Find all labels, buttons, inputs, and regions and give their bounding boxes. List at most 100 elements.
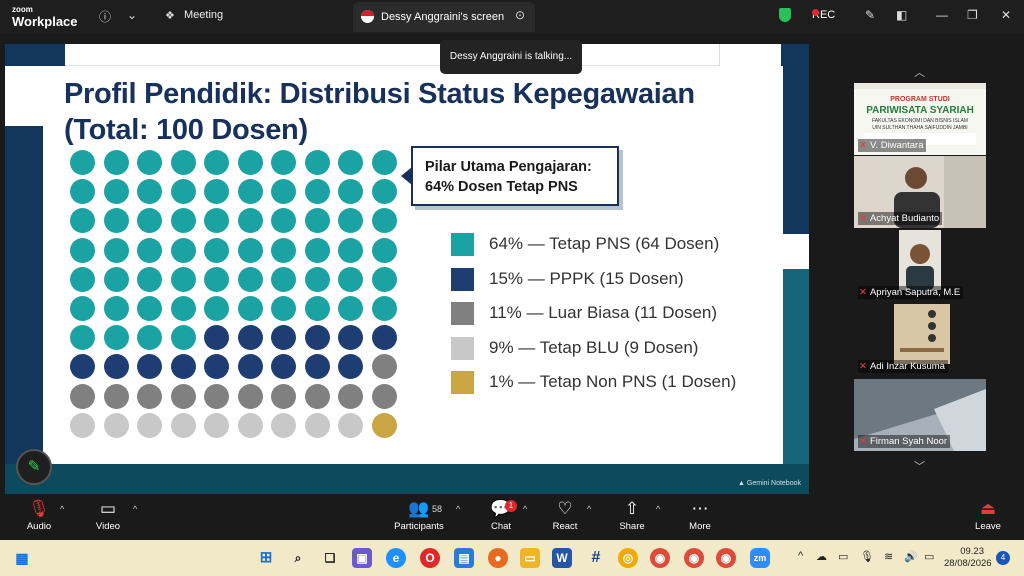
react-button[interactable]: ♡ React [535,498,595,532]
legend-label: 64% — Tetap PNS (64 Dosen) [489,234,720,253]
waffle-dot [338,150,363,175]
chat-button[interactable]: 💬 Chat [471,498,531,532]
video-tile[interactable]: ✕ Apriyan Saputra, M.E [854,230,986,302]
legend-label: 11% — Luar Biasa (11 Dosen) [489,303,718,322]
annotate-button[interactable]: ✎ [16,449,52,485]
participants-count: 58 [432,504,443,514]
rec-indicator[interactable]: REC [812,9,835,21]
waffle-dot [170,208,196,234]
layout-icon[interactable]: ◧ [896,8,907,22]
tray-app-icon[interactable]: ▭ [838,550,848,563]
video-button[interactable]: ▭ Video [78,498,138,532]
waffle-dot [338,266,363,292]
store-icon[interactable]: ▤ [454,548,474,568]
video-tile[interactable]: ✕ Achyat Budianto [854,156,986,228]
waffle-dot [371,296,397,321]
info-icon[interactable]: ⓘ [99,8,111,25]
leave-button[interactable]: ⏏ Leave [958,498,1018,532]
minimize-icon[interactable]: — [936,8,948,22]
waffle-dot [237,354,263,380]
edge-icon[interactable]: e [386,548,406,568]
word-icon[interactable]: W [552,548,572,568]
ellipsis-icon: ⋯ [691,499,709,518]
close-icon[interactable]: ✕ [1001,8,1011,22]
share-options-caret[interactable]: ^ [656,504,660,514]
waffle-dot [371,150,397,175]
participants-options-caret[interactable]: ^ [456,504,460,514]
waffle-dot [338,208,363,234]
waffle-dot [170,296,196,321]
waffle-dot [103,179,129,205]
legend-swatch [451,267,474,291]
widgets-icon[interactable]: ▦ [12,548,32,568]
waffle-dot [338,354,363,380]
waffle-dot [304,237,330,263]
start-icon[interactable]: ⊞ [256,548,276,568]
video-tile[interactable]: ✕ Firman Syah Noor [854,379,986,451]
waffle-dot [70,208,95,234]
video-options-caret[interactable]: ^ [133,504,137,514]
firefox-icon[interactable]: ● [488,548,508,568]
waffle-dot [271,266,296,292]
more-options-icon[interactable]: ⊙ [515,8,525,22]
waffle-dot [137,266,162,292]
react-options-caret[interactable]: ^ [587,504,591,514]
battery-icon[interactable]: ▭ [924,550,934,563]
waffle-dot [70,383,95,409]
chevron-down-icon[interactable]: ⌄ [127,8,137,22]
chrome-icon[interactable]: ◉ [716,548,736,568]
more-button[interactable]: ⋯ More [670,498,730,532]
wifi-icon[interactable]: ≋ [884,550,893,563]
video-panel: ︿ PROGRAM STUDI PARIWISATA SYARIAH FAKUL… [816,34,1024,494]
waffle-dot [371,237,397,263]
volume-icon[interactable]: 🔊 [904,550,918,563]
task-view-icon[interactable]: ❏ [320,548,340,568]
zoom-taskbar-icon[interactable]: zm [750,548,770,568]
legend-label: 1% — Tetap Non PNS (1 Dosen) [489,372,737,391]
meeting-tab[interactable]: Meeting [184,9,223,21]
mic-icon[interactable]: 🎙 [860,550,874,563]
notification-badge[interactable]: 4 [996,551,1010,565]
waffle-dot [170,412,196,438]
waffle-dot [103,237,129,263]
waffle-dot [170,266,196,292]
participant-name: ✕ Firman Syah Noor [858,435,951,448]
scroll-down-icon[interactable]: ﹀ [914,458,925,474]
waffle-dot [304,208,330,234]
search-icon[interactable]: ⌕ [288,548,308,568]
waffle-dot [103,208,129,234]
heart-icon: ♡ [557,499,573,518]
waffle-chart [70,150,400,450]
legend-swatch [451,371,474,394]
folder-icon[interactable]: ▭ [520,548,540,568]
share-button[interactable]: ⇧ Share [602,498,662,532]
waffle-dot [204,354,229,380]
participant-name: ✕ Achyat Budianto [858,212,943,225]
hashtag-icon[interactable]: # [586,548,606,568]
waffle-dot [103,325,129,351]
legend-label: 9% — Tetap BLU (9 Dosen) [489,337,699,357]
chrome-icon[interactable]: ◉ [684,548,704,568]
cloud-icon[interactable]: ☁ [816,550,827,563]
waffle-dot [338,412,363,438]
app-icon[interactable]: ▣ [352,548,372,568]
shield-icon[interactable] [779,8,791,22]
waffle-dot [304,325,330,351]
video-tile[interactable]: ✕ Adi Inzar Kusuma [854,304,986,376]
clock[interactable]: 09.23 28/08/2026 [944,546,992,570]
annotate-icon[interactable]: ✎ [865,8,875,22]
share-icon: ⇧ [624,499,640,518]
tray-expand-icon[interactable]: ^ [798,550,803,562]
waffle-dot [204,383,229,409]
video-tile[interactable]: PROGRAM STUDI PARIWISATA SYARIAH FAKULTA… [854,83,986,155]
restore-icon[interactable]: ❐ [967,8,978,22]
chrome-icon[interactable]: ◉ [650,548,670,568]
audio-options-caret[interactable]: ^ [60,504,64,514]
opera-icon[interactable]: O [420,548,440,568]
chat-options-caret[interactable]: ^ [523,504,527,514]
waffle-dot [237,179,263,205]
scroll-up-icon[interactable]: ︿ [914,64,925,80]
screen-share-tab[interactable]: Dessy Anggraini's screen ⊙ [353,2,535,32]
app-icon[interactable]: ◎ [618,548,638,568]
waffle-dot [304,383,330,409]
